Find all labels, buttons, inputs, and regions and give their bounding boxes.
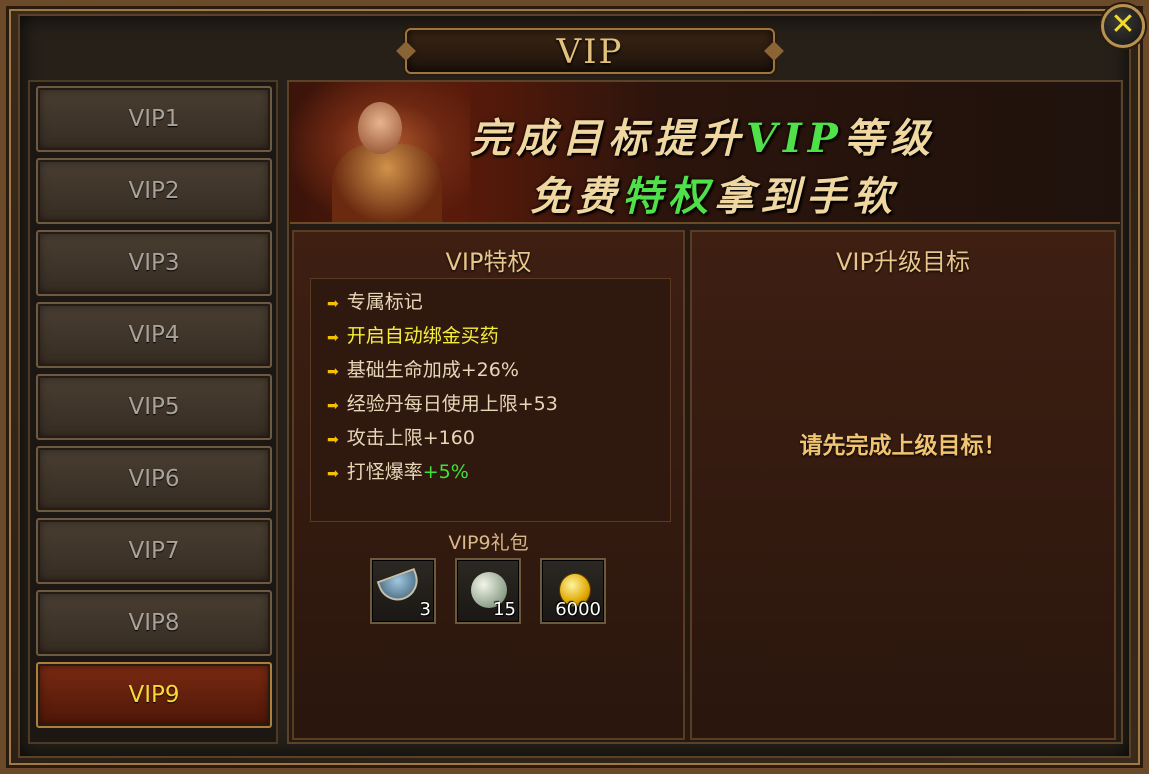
vip-tab-label: VIP6 [128, 466, 180, 492]
vip-tab-8[interactable]: VIP8 [36, 590, 272, 656]
arrow-right-icon: ➡ [327, 296, 339, 312]
vip-tab-label: VIP8 [128, 610, 180, 636]
vip-tab-2[interactable]: VIP2 [36, 158, 272, 224]
potion-bowl-icon [376, 567, 424, 607]
privilege-panel-title: VIP特权 [445, 248, 532, 276]
target-panel-title: VIP升级目标 [836, 248, 970, 276]
vip-promo-banner: 完成目标提升VIP等级 免费特权拿到手软 [290, 82, 1120, 224]
vip-tab-4[interactable]: VIP4 [36, 302, 272, 368]
item-quantity: 3 [419, 599, 431, 620]
item-quantity: 15 [493, 599, 516, 620]
gift-slot[interactable]: 15 [455, 558, 521, 624]
vip-tab-label: VIP2 [128, 178, 180, 204]
vip-tab-label: VIP5 [128, 394, 180, 420]
vip-tab-3[interactable]: VIP3 [36, 230, 272, 296]
close-icon: ✕ [1110, 7, 1136, 42]
arrow-right-icon: ➡ [327, 398, 339, 414]
privilege-item: ➡ 专属标记 [327, 291, 423, 313]
privilege-item: ➡ 攻击上限+160 [327, 427, 475, 449]
character-body-art [332, 144, 442, 222]
gift-slot[interactable]: 6000 [540, 558, 606, 624]
gift-pack-title: VIP9礼包 [448, 532, 529, 554]
close-button[interactable]: ✕ [1101, 4, 1145, 48]
vip-tab-label: VIP4 [128, 322, 180, 348]
gift-slot[interactable]: 3 [370, 558, 436, 624]
vip-tab-label: VIP9 [128, 682, 180, 708]
window-title-plate: VIP [405, 28, 775, 74]
vip-tab-1[interactable]: VIP1 [36, 86, 272, 152]
window-title: VIP [556, 32, 624, 72]
vip-level-sidebar: VIP1 VIP2 VIP3 VIP4 VIP5 VIP6 VIP7 VIP8 … [28, 80, 278, 744]
arrow-right-icon: ➡ [327, 432, 339, 448]
target-message: 请先完成上级目标！ [799, 432, 1007, 459]
privilege-item: ➡ 打怪爆率+5% [327, 461, 469, 483]
banner-slogan-line-1: 完成目标提升VIP等级 [470, 115, 936, 162]
vip-tab-label: VIP1 [128, 106, 180, 132]
banner-slogan-line-2: 免费特权拿到手软 [530, 173, 898, 220]
vip-tab-6[interactable]: VIP6 [36, 446, 272, 512]
privilege-item: ➡ 经验丹每日使用上限+53 [327, 393, 558, 415]
vip-tab-label: VIP7 [128, 538, 180, 564]
privilege-item: ➡ 开启自动绑金买药 [327, 325, 499, 347]
vip-privilege-panel: VIP特权 ➡ 专属标记 ➡ 开启自动绑金买药 ➡ 基础生命加成+26% ➡ 经验丹每日… [292, 230, 685, 740]
privilege-list: ➡ 专属标记 ➡ 开启自动绑金买药 ➡ 基础生命加成+26% ➡ 经验丹每日使用上限+5… [310, 278, 671, 522]
vip-tab-7[interactable]: VIP7 [36, 518, 272, 584]
vip-tab-9[interactable]: VIP9 [36, 662, 272, 728]
vip-tab-5[interactable]: VIP5 [36, 374, 272, 440]
vip-upgrade-target-panel: VIP升级目标 请先完成上级目标！ [690, 230, 1116, 740]
arrow-right-icon: ➡ [327, 330, 339, 346]
banner-character-art [290, 82, 470, 222]
character-head-art [358, 102, 402, 154]
privilege-item: ➡ 基础生命加成+26% [327, 359, 519, 381]
vip-tab-label: VIP3 [128, 250, 180, 276]
item-quantity: 6000 [555, 599, 601, 620]
arrow-right-icon: ➡ [327, 364, 339, 380]
arrow-right-icon: ➡ [327, 466, 339, 482]
